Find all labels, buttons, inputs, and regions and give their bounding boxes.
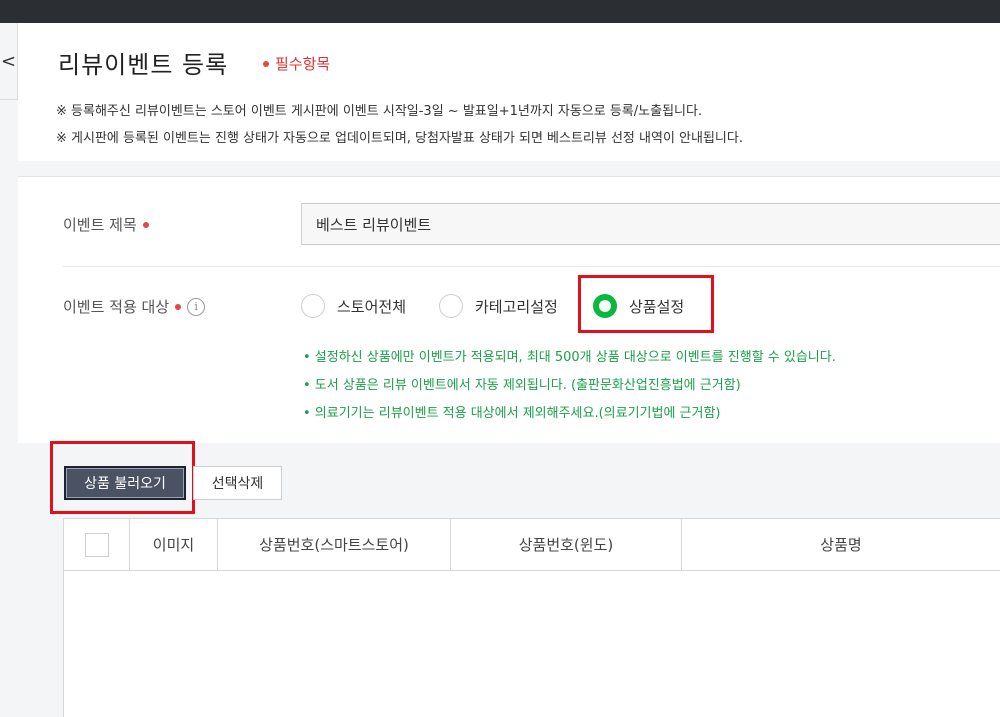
required-legend: 필수항목 [263, 53, 330, 74]
radio-label: 스토어전체 [337, 297, 407, 316]
header-checkbox-cell [64, 519, 130, 570]
radio-category[interactable]: 카테고리설정 [439, 294, 558, 318]
back-button[interactable]: < [0, 23, 18, 100]
header-panel: 리뷰이벤트 등록 필수항목 ※ 등록해주신 리뷰이벤트는 스토어 이벤트 게시판… [18, 23, 1000, 161]
load-products-button[interactable]: 상품 불러오기 [64, 466, 186, 500]
column-header-image: 이미지 [130, 519, 218, 570]
event-title-input[interactable] [301, 203, 1000, 245]
chevron-left-icon: < [0, 50, 17, 72]
column-header-smartstore-no: 상품번호(스마트스토어) [218, 519, 451, 570]
required-dot-icon [142, 221, 149, 228]
form-divider [63, 266, 1000, 267]
event-title-label-text: 이벤트 제목 [63, 216, 137, 234]
delete-selected-button[interactable]: 선택삭제 [193, 466, 282, 500]
radio-store-all[interactable]: 스토어전체 [301, 294, 406, 318]
target-label: 이벤트 적용 대상 i [63, 296, 206, 317]
guide-line-1: • 설정하신 상품에만 이벤트가 적용되며, 최대 500개 상품 대상으로 이… [303, 350, 836, 365]
target-label-text: 이벤트 적용 대상 [63, 298, 170, 316]
notice-line-2: ※ 게시판에 등록된 이벤트는 진행 상태가 자동으로 업데이트되며, 당첨자발… [56, 131, 743, 146]
select-all-checkbox[interactable] [84, 532, 109, 557]
info-icon[interactable]: i [187, 297, 206, 316]
notice-line-1: ※ 등록해주신 리뷰이벤트는 스토어 이벤트 게시판에 이벤트 시작일-3일 ~… [56, 104, 703, 119]
radio-circle-icon [301, 294, 325, 318]
radio-circle-icon [439, 294, 463, 318]
required-legend-text: 필수항목 [275, 55, 331, 73]
event-title-label: 이벤트 제목 [63, 214, 149, 235]
radio-label: 카테고리설정 [475, 297, 558, 316]
guide-line-2: • 도서 상품은 리뷰 이벤트에서 자동 제외됩니다. (출판문화산업진흥법에 … [303, 378, 741, 393]
column-header-window-no: 상품번호(윈도) [451, 519, 682, 570]
highlight-box-product-setting [578, 275, 714, 333]
guide-line-3: • 의료기기는 리뷰이벤트 적용 대상에서 제외해주세요.(의료기기법에 근거함… [303, 406, 721, 421]
column-header-product-name: 상품명 [820, 536, 862, 554]
required-dot-icon [175, 303, 182, 310]
required-dot-icon [263, 60, 269, 67]
page-title: 리뷰이벤트 등록 [58, 51, 229, 79]
form-panel: 이벤트 제목 이벤트 적용 대상 i 스토어전체 카테고리설정 상품설정 • 설… [18, 176, 1000, 443]
top-bar [0, 0, 1000, 23]
product-table: 이미지 상품번호(스마트스토어) 상품번호(윈도) 상품명 [63, 518, 1000, 717]
table-header: 이미지 상품번호(스마트스토어) 상품번호(윈도) 상품명 [64, 519, 1000, 571]
